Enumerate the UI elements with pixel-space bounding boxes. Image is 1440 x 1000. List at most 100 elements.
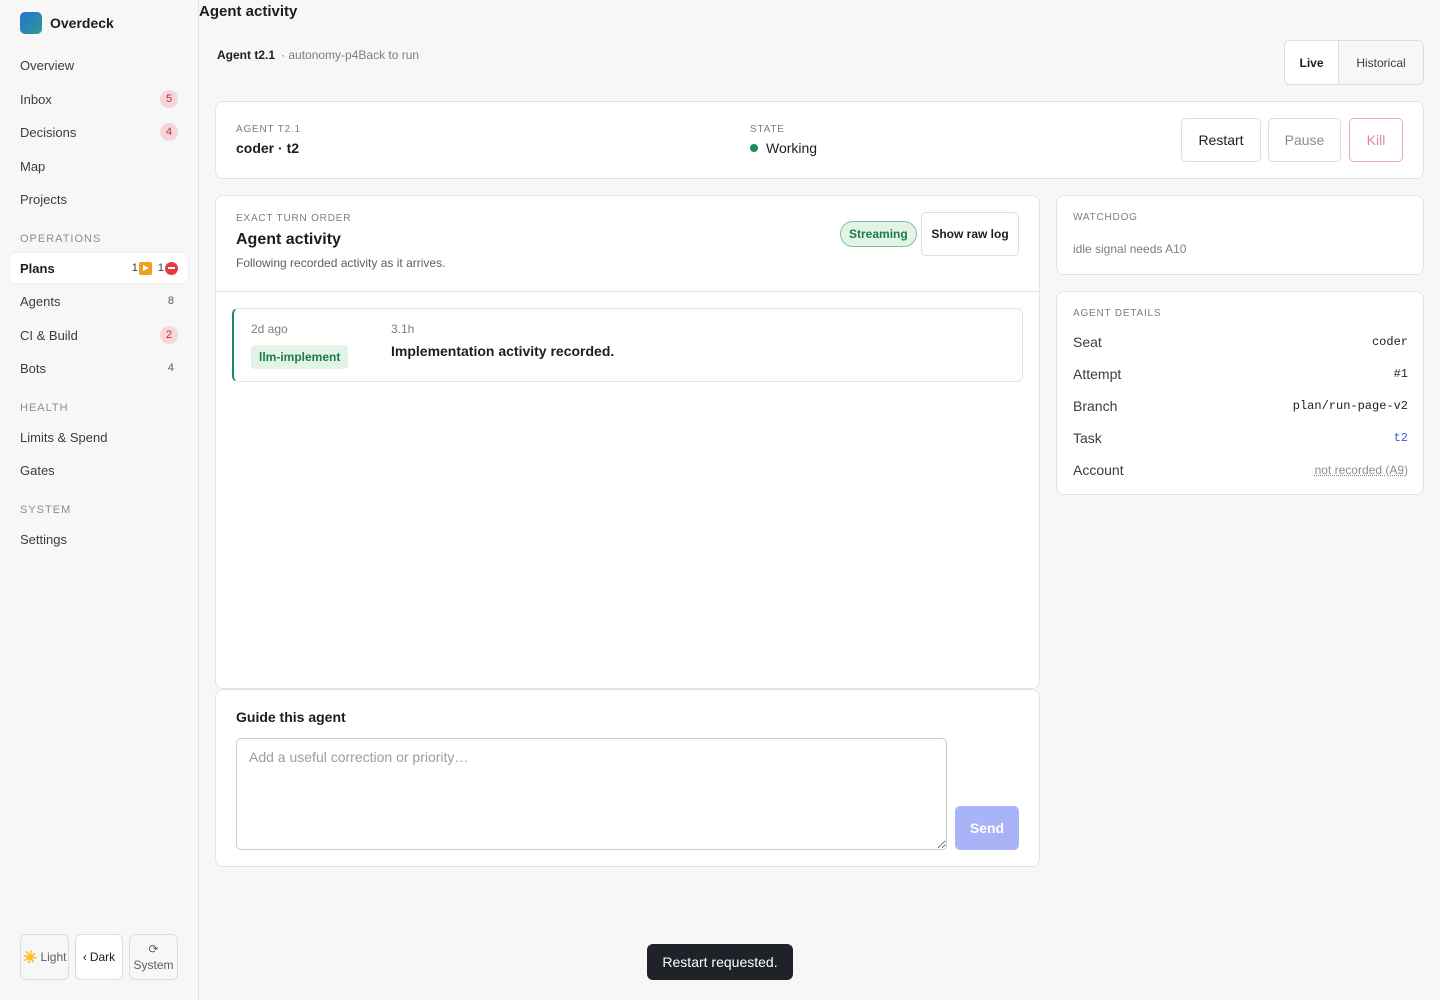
restart-button[interactable]: Restart bbox=[1181, 118, 1261, 162]
detail-value: #1 bbox=[1393, 367, 1408, 381]
breadcrumb-agent: Agent t2.1 bbox=[217, 48, 276, 62]
page-title: Agent activity bbox=[199, 3, 298, 20]
guide-input[interactable] bbox=[236, 738, 947, 850]
pause-button[interactable]: Pause bbox=[1268, 118, 1341, 162]
watchdog-card: WATCHDOG idle signal needs A10 bbox=[1056, 195, 1424, 275]
agent-value: coder · t2 bbox=[236, 140, 300, 156]
sidebar: Overdeck Overview Inbox 5 Decisions 4 Ma… bbox=[0, 0, 199, 1000]
sidebar-item-label: Bots bbox=[20, 360, 47, 376]
theme-switcher: ☀️ Light ‹ Dark ⟳ System bbox=[20, 934, 178, 980]
no-entry-icon bbox=[165, 261, 178, 275]
agent-label: AGENT T2.1 bbox=[236, 124, 301, 135]
sidebar-item-plans[interactable]: Plans 1 1 bbox=[10, 253, 188, 283]
sidebar-item-overview[interactable]: Overview bbox=[10, 50, 188, 80]
sidebar-item-inbox[interactable]: Inbox 5 bbox=[10, 84, 188, 114]
task-link[interactable]: t2 bbox=[1394, 431, 1408, 445]
agent-details-card: AGENT DETAILS Seat coder Attempt #1 Bran… bbox=[1056, 291, 1424, 495]
status-dot-icon bbox=[750, 144, 758, 152]
guide-title: Guide this agent bbox=[236, 709, 346, 725]
sidebar-item-label: Plans bbox=[20, 260, 55, 276]
plans-blocked-badge: 1 bbox=[158, 261, 178, 275]
detail-key: Attempt bbox=[1073, 366, 1122, 382]
detail-row-task: Task t2 bbox=[1073, 430, 1408, 446]
theme-light-label: Light bbox=[40, 950, 67, 964]
agents-count: 8 bbox=[167, 295, 174, 307]
sidebar-item-label: Projects bbox=[20, 191, 67, 207]
details-label: AGENT DETAILS bbox=[1073, 308, 1162, 319]
detail-row-seat: Seat coder bbox=[1073, 334, 1408, 350]
sidebar-item-label: CI & Build bbox=[20, 327, 78, 343]
agent-state: STATE Working bbox=[750, 124, 817, 156]
sidebar-item-label: Agents bbox=[20, 293, 61, 309]
brand-name: Overdeck bbox=[50, 15, 114, 31]
sidebar-item-settings[interactable]: Settings bbox=[10, 524, 188, 554]
theme-light-button[interactable]: ☀️ Light bbox=[20, 934, 69, 980]
activity-title: Agent activity bbox=[236, 231, 341, 248]
detail-value: coder bbox=[1371, 335, 1408, 349]
sidebar-item-agents[interactable]: Agents 8 bbox=[10, 286, 188, 316]
detail-row-attempt: Attempt #1 bbox=[1073, 366, 1408, 382]
tab-live[interactable]: Live bbox=[1285, 41, 1339, 84]
theme-system-label: System bbox=[133, 958, 174, 972]
detail-key: Account bbox=[1073, 462, 1124, 478]
detail-key: Seat bbox=[1073, 334, 1102, 350]
sidebar-item-label: Gates bbox=[20, 462, 55, 478]
agent-identity: AGENT T2.1 coder · t2 bbox=[236, 124, 301, 156]
theme-system-button[interactable]: ⟳ System bbox=[129, 934, 178, 980]
sidebar-item-label: Settings bbox=[20, 531, 67, 547]
tab-historical[interactable]: Historical bbox=[1339, 41, 1423, 84]
section-label-health: HEALTH bbox=[20, 402, 69, 414]
sidebar-item-map[interactable]: Map bbox=[10, 151, 188, 181]
sidebar-item-projects[interactable]: Projects bbox=[10, 184, 188, 214]
detail-value: plan/run-page-v2 bbox=[1292, 399, 1408, 413]
sidebar-item-label: Map bbox=[20, 158, 46, 174]
sun-icon: ☀️ bbox=[22, 950, 38, 964]
kill-button[interactable]: Kill bbox=[1349, 118, 1403, 162]
state-label: STATE bbox=[750, 124, 785, 135]
system-icon: ⟳ bbox=[148, 942, 159, 956]
brand[interactable]: Overdeck bbox=[20, 12, 114, 34]
play-icon bbox=[138, 261, 152, 275]
show-raw-log-button[interactable]: Show raw log bbox=[921, 212, 1019, 256]
sidebar-item-decisions[interactable]: Decisions 4 bbox=[10, 117, 188, 147]
send-button[interactable]: Send bbox=[955, 806, 1019, 850]
section-label-system: SYSTEM bbox=[20, 504, 72, 516]
detail-key: Task bbox=[1073, 430, 1102, 446]
divider bbox=[216, 291, 1039, 292]
sidebar-item-ci-build[interactable]: CI & Build 2 bbox=[10, 320, 188, 350]
guide-card: Guide this agent Send bbox=[215, 689, 1040, 867]
sidebar-item-limits-spend[interactable]: Limits & Spend bbox=[10, 422, 188, 452]
plans-running-badge: 1 bbox=[131, 261, 152, 275]
ci-build-count-badge: 2 bbox=[160, 326, 178, 344]
state-value-row: Working bbox=[750, 140, 817, 156]
sidebar-item-bots[interactable]: Bots 4 bbox=[10, 353, 188, 383]
sidebar-item-gates[interactable]: Gates bbox=[10, 455, 188, 485]
back-to-run-link[interactable]: Back to run bbox=[358, 48, 419, 62]
sidebar-item-label: Decisions bbox=[20, 124, 77, 140]
theme-dark-label: Dark bbox=[89, 950, 116, 964]
watchdog-label: WATCHDOG bbox=[1073, 212, 1138, 223]
section-label-operations: OPERATIONS bbox=[20, 233, 102, 245]
detail-key: Branch bbox=[1073, 398, 1118, 414]
plans-running-count: 1 bbox=[131, 262, 138, 274]
breadcrumb-plan: · autonomy-p4 bbox=[281, 48, 359, 62]
agent-header-card: AGENT T2.1 coder · t2 STATE Working Rest… bbox=[215, 101, 1424, 179]
decisions-count-badge: 4 bbox=[160, 123, 178, 141]
entry-duration: 3.1h bbox=[391, 322, 415, 336]
entry-tag: llm-implement bbox=[251, 345, 349, 369]
activity-header: EXACT TURN ORDER Agent activity Followin… bbox=[236, 213, 445, 270]
detail-value: not recorded (A9) bbox=[1314, 463, 1408, 477]
sidebar-item-label: Limits & Spend bbox=[20, 429, 108, 445]
detail-row-account: Account not recorded (A9) bbox=[1073, 462, 1408, 478]
brand-logo-icon bbox=[20, 12, 42, 34]
activity-entry[interactable]: 2d ago 3.1h llm-implement Implementation… bbox=[232, 308, 1023, 382]
view-toggle: Live Historical bbox=[1284, 40, 1424, 85]
breadcrumb-plan-group: · autonomy-p4Back to run bbox=[281, 48, 419, 62]
plans-status-badges: 1 1 bbox=[131, 261, 178, 275]
watchdog-text: idle signal needs A10 bbox=[1073, 242, 1187, 256]
theme-dark-button[interactable]: ‹ Dark bbox=[75, 934, 123, 980]
inbox-count-badge: 5 bbox=[160, 90, 178, 108]
toast-notification: Restart requested. bbox=[647, 944, 793, 980]
sidebar-item-label: Inbox bbox=[20, 91, 52, 107]
entry-age: 2d ago bbox=[251, 322, 288, 336]
